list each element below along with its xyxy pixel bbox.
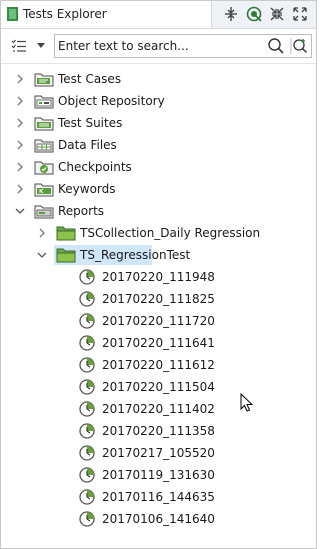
tree-item-label: TSCollection_Daily Regression (80, 226, 261, 240)
tree-item-reports[interactable]: Reports (1, 200, 316, 222)
report-icon (79, 357, 95, 373)
panel-header: Tests Explorer (1, 1, 316, 29)
tree-item-checkpoints[interactable]: Checkpoints (1, 156, 316, 178)
report-item[interactable]: 20170220_111641 (1, 332, 316, 354)
report-item[interactable]: 20170220_111612 (1, 354, 316, 376)
chevron-right-icon[interactable] (14, 117, 26, 129)
report-icon (79, 467, 95, 483)
tests-explorer-icon (7, 7, 18, 21)
chevron-right-icon[interactable] (14, 73, 26, 85)
panel-title: Tests Explorer (23, 7, 107, 21)
report-item[interactable]: 20170220_111720 (1, 310, 316, 332)
chevron-right-icon[interactable] (14, 139, 26, 151)
checkpoints-folder-icon (34, 161, 54, 175)
tree-item-label: Test Suites (58, 116, 123, 130)
tree-item-label: Data Files (58, 138, 117, 152)
explorer-toolbar (1, 29, 316, 64)
tests-explorer-tab[interactable]: Tests Explorer (1, 1, 212, 28)
chevron-down-icon[interactable] (14, 205, 26, 217)
report-icon (79, 269, 95, 285)
collapse-icon[interactable] (268, 5, 286, 23)
report-icon (79, 291, 95, 307)
tree-item-label: TS_RegressionTest (80, 248, 191, 262)
report-item[interactable]: 20170119_131630 (1, 464, 316, 486)
tree-item-object-repository[interactable]: Object Repository (1, 90, 316, 112)
report-item[interactable]: 20170220_111825 (1, 288, 316, 310)
maximize-icon[interactable] (291, 5, 309, 23)
report-icon (79, 401, 95, 417)
reports-folder-icon (34, 205, 54, 219)
folder-icon (56, 248, 76, 263)
report-item[interactable]: 20170106_141640 (1, 508, 316, 530)
report-icon (79, 423, 95, 439)
collapse-all-icon[interactable] (222, 5, 240, 23)
report-item-label: 20170116_144635 (102, 490, 215, 504)
report-item[interactable]: 20170220_111402 (1, 398, 316, 420)
report-item-label: 20170119_131630 (102, 468, 215, 482)
dropdown-arrow-icon[interactable] (37, 43, 45, 49)
report-item-label: 20170220_111358 (102, 424, 215, 438)
report-item-label: 20170220_111504 (102, 380, 215, 394)
test-suites-folder-icon (34, 117, 54, 131)
tree-item-test-cases[interactable]: Test Cases (1, 68, 316, 90)
tree-item-tscollection-daily-regression[interactable]: TSCollection_Daily Regression (1, 222, 316, 244)
test-cases-folder-icon (34, 73, 54, 87)
tree-item-ts-regressiontest[interactable]: TS_RegressionTest (1, 244, 316, 266)
chevron-right-icon[interactable] (14, 183, 26, 195)
chevron-right-icon[interactable] (36, 227, 48, 239)
chevron-right-icon[interactable] (14, 161, 26, 173)
search-icon[interactable] (267, 37, 285, 55)
tree-item-label: Checkpoints (58, 160, 132, 174)
report-icon (79, 489, 95, 505)
report-item[interactable]: 20170116_144635 (1, 486, 316, 508)
report-icon (79, 335, 95, 351)
tree-item-data-files[interactable]: Data Files (1, 134, 316, 156)
report-item-label: 20170220_111825 (102, 292, 215, 306)
report-item-label: 20170217_105520 (102, 446, 215, 460)
tree-item-label: Reports (58, 204, 105, 218)
report-item-label: 20170220_111641 (102, 336, 215, 350)
report-item-label: 20170220_111948 (102, 270, 215, 284)
advanced-search-icon[interactable] (290, 37, 308, 55)
report-icon (79, 313, 95, 329)
report-icon (79, 445, 95, 461)
link-with-editor-icon[interactable] (245, 5, 263, 23)
report-item[interactable]: 20170220_111948 (1, 266, 316, 288)
tests-explorer-panel: Tests Explorer Enter text to search... T… (0, 0, 317, 549)
report-item-label: 20170106_141640 (102, 512, 215, 526)
folder-icon (56, 226, 76, 241)
report-icon (79, 511, 95, 527)
report-icon (79, 379, 95, 395)
tree-item-keywords[interactable]: Keywords (1, 178, 316, 200)
report-item[interactable]: 20170220_111504 (1, 376, 316, 398)
chevron-down-icon[interactable] (36, 249, 48, 261)
tree-item-label: Object Repository (58, 94, 165, 108)
search-input[interactable] (58, 37, 258, 55)
data-files-folder-icon (34, 139, 54, 153)
report-item[interactable]: 20170217_105520 (1, 442, 316, 464)
checklist-icon[interactable] (11, 39, 27, 53)
tree-item-test-suites[interactable]: Test Suites (1, 112, 316, 134)
report-item-label: 20170220_111720 (102, 314, 215, 328)
object-repository-folder-icon (34, 95, 54, 109)
report-item[interactable]: 20170220_111358 (1, 420, 316, 442)
report-item-label: 20170220_111612 (102, 358, 215, 372)
tree-item-label: Test Cases (58, 72, 122, 86)
chevron-right-icon[interactable] (14, 95, 26, 107)
keywords-folder-icon (34, 183, 54, 197)
report-item-label: 20170220_111402 (102, 402, 215, 416)
mouse-cursor-icon (240, 393, 254, 412)
search-box (54, 34, 312, 58)
tree-item-label: Keywords (58, 182, 116, 196)
